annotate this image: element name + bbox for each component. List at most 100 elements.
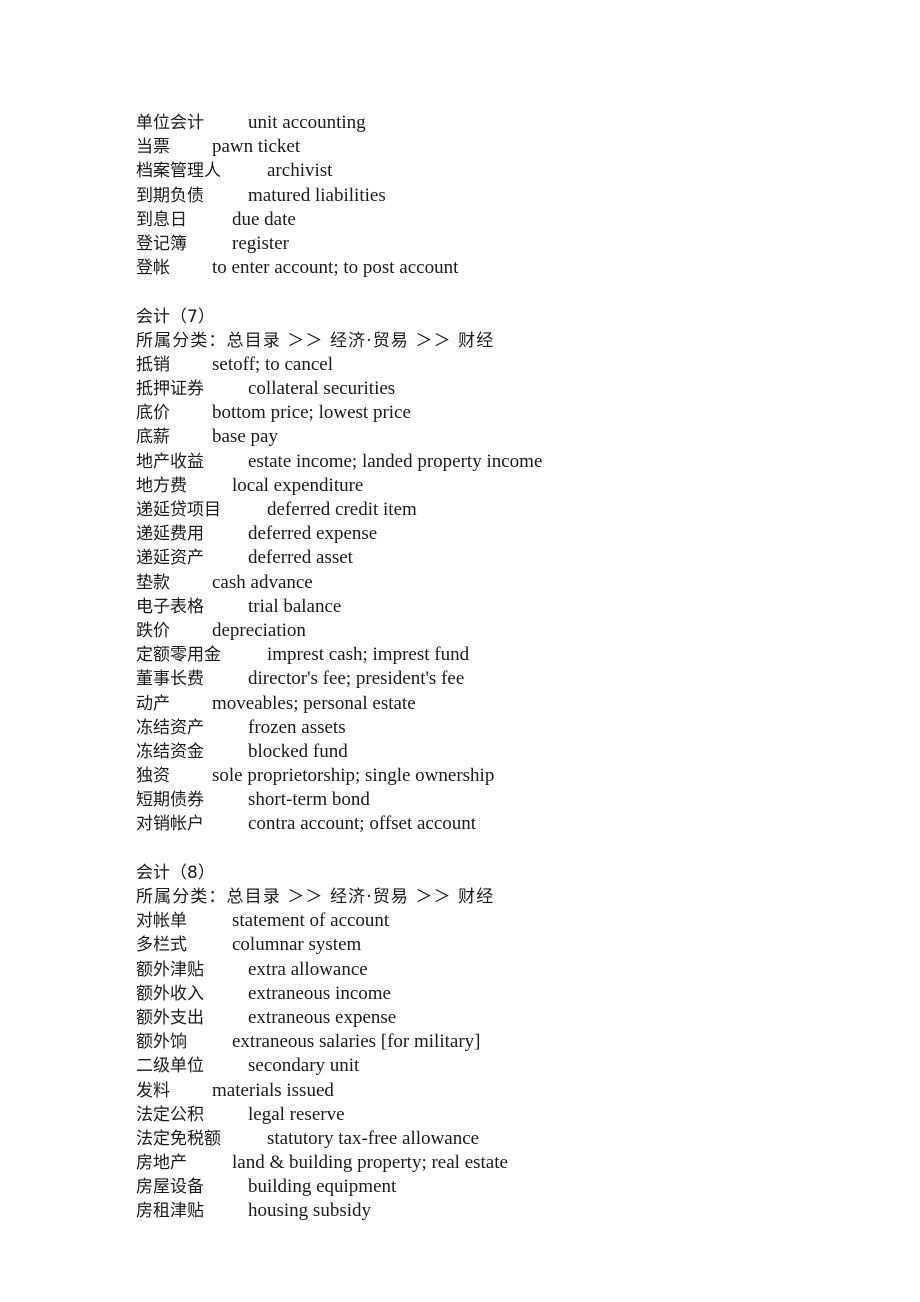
entry-gloss-english: to enter account; to post account bbox=[212, 257, 459, 279]
glossary-entry: 地产收益 estate income; landed property incom… bbox=[136, 450, 876, 474]
entry-term-chinese: 董事长费 bbox=[136, 669, 204, 690]
glossary-entry: 二级单位 secondary unit bbox=[136, 1054, 876, 1078]
entry-gloss-english: secondary unit bbox=[248, 1055, 360, 1077]
glossary-entry: 多栏式 columnar system bbox=[136, 933, 876, 957]
entry-term-chinese: 多栏式 bbox=[136, 935, 187, 956]
glossary-entry: 登帐 to enter account; to post account bbox=[136, 256, 876, 280]
glossary-entry: 递延资产 deferred asset bbox=[136, 546, 876, 570]
glossary-entry: 房地产 land & building property; real estate bbox=[136, 1151, 876, 1175]
glossary-entry: 法定公积 legal reserve bbox=[136, 1103, 876, 1127]
entry-gloss-english: cash advance bbox=[212, 571, 313, 593]
glossary-entry: 抵押证券 collateral securities bbox=[136, 377, 876, 401]
glossary-entry: 冻结资产 frozen assets bbox=[136, 716, 876, 740]
glossary-entry: 法定免税额 statutory tax-free allowance bbox=[136, 1127, 876, 1151]
glossary-entry: 额外津贴 extra allowance bbox=[136, 958, 876, 982]
glossary-entry: 到期负债 matured liabilities bbox=[136, 184, 876, 208]
glossary-entry: 对帐单 statement of account bbox=[136, 909, 876, 933]
entry-gloss-english: matured liabilities bbox=[248, 184, 386, 206]
document-page: 单位会计 unit accounting 当票 pawn ticket 档案管理人 arc… bbox=[0, 0, 920, 1302]
section-category-breadcrumb: 所属分类：总目录 ＞＞ 经济·贸易 ＞＞ 财经 bbox=[136, 885, 876, 909]
entry-gloss-english: frozen assets bbox=[248, 716, 346, 738]
entry-term-chinese: 冻结资产 bbox=[136, 717, 204, 738]
glossary-entry: 垫款 cash advance bbox=[136, 571, 876, 595]
section-category-text: 所属分类：总目录 ＞＞ 经济·贸易 ＞＞ 财经 bbox=[136, 330, 495, 351]
glossary-entry: 到息日 due date bbox=[136, 208, 876, 232]
entry-gloss-english: housing subsidy bbox=[248, 1200, 371, 1222]
glossary-entry: 底薪 base pay bbox=[136, 425, 876, 449]
glossary-entry: 定额零用金 imprest cash; imprest fund bbox=[136, 643, 876, 667]
entry-gloss-english: estate income; landed property income bbox=[248, 450, 543, 472]
glossary-entry: 房租津贴 housing subsidy bbox=[136, 1199, 876, 1223]
entry-gloss-english: moveables; personal estate bbox=[212, 692, 416, 714]
entry-term-chinese: 二级单位 bbox=[136, 1056, 204, 1077]
entry-term-chinese: 档案管理人 bbox=[136, 161, 221, 182]
entry-term-chinese: 底薪 bbox=[136, 427, 170, 448]
section-heading: 会计（7） bbox=[136, 305, 876, 329]
glossary-entry: 动产 moveables; personal estate bbox=[136, 692, 876, 716]
glossary-entry: 电子表格 trial balance bbox=[136, 595, 876, 619]
entry-term-chinese: 抵押证券 bbox=[136, 379, 204, 400]
glossary-entry: 底价 bottom price; lowest price bbox=[136, 401, 876, 425]
glossary-entry: 地方费 local expenditure bbox=[136, 474, 876, 498]
entry-term-chinese: 定额零用金 bbox=[136, 645, 221, 666]
entry-term-chinese: 电子表格 bbox=[136, 596, 204, 617]
glossary-entry: 发料 materials issued bbox=[136, 1079, 876, 1103]
entry-term-chinese: 登帐 bbox=[136, 258, 170, 279]
glossary-entry: 董事长费 director's fee; president's fee bbox=[136, 667, 876, 691]
entry-gloss-english: deferred expense bbox=[248, 523, 378, 545]
entry-gloss-english: base pay bbox=[212, 426, 278, 448]
entry-term-chinese: 到期负债 bbox=[136, 185, 204, 206]
section-heading-text: 会计（7） bbox=[136, 306, 215, 327]
entry-term-chinese: 递延贷项目 bbox=[136, 500, 221, 520]
entry-term-chinese: 额外饷 bbox=[136, 1032, 187, 1053]
entry-term-chinese: 递延费用 bbox=[136, 524, 204, 545]
entry-term-chinese: 法定免税额 bbox=[136, 1128, 221, 1149]
glossary-entry: 短期债券 short-term bond bbox=[136, 788, 876, 812]
entry-gloss-english: due date bbox=[232, 208, 296, 230]
entry-gloss-english: building equipment bbox=[248, 1176, 397, 1198]
glossary-entry: 递延费用 deferred expense bbox=[136, 522, 876, 546]
entry-term-chinese: 额外津贴 bbox=[136, 959, 204, 980]
entry-term-chinese: 额外支出 bbox=[136, 1007, 204, 1028]
entry-term-chinese: 对帐单 bbox=[136, 911, 187, 932]
entry-gloss-english: extraneous expense bbox=[248, 1006, 397, 1028]
entry-term-chinese: 动产 bbox=[136, 693, 170, 714]
entry-gloss-english: extraneous salaries [for military] bbox=[232, 1031, 481, 1053]
entry-gloss-english: imprest cash; imprest fund bbox=[267, 644, 470, 666]
entry-gloss-english: deferred asset bbox=[248, 547, 353, 569]
glossary-entry: 当票 pawn ticket bbox=[136, 135, 876, 159]
glossary-entry: 跌价 depreciation bbox=[136, 619, 876, 643]
entry-gloss-english: collateral securities bbox=[248, 378, 396, 400]
section-category-text: 所属分类：总目录 ＞＞ 经济·贸易 ＞＞ 财经 bbox=[136, 887, 495, 907]
section-heading-text: 会计（8） bbox=[136, 862, 215, 883]
entry-gloss-english: pawn ticket bbox=[212, 136, 301, 158]
entry-gloss-english: unit accounting bbox=[248, 112, 366, 133]
entry-gloss-english: columnar system bbox=[232, 934, 362, 956]
entry-gloss-english: bottom price; lowest price bbox=[212, 402, 411, 424]
entry-gloss-english: contra account; offset account bbox=[248, 813, 477, 835]
glossary-entry: 额外支出 extraneous expense bbox=[136, 1006, 876, 1030]
entry-gloss-english: register bbox=[232, 232, 289, 254]
entry-gloss-english: depreciation bbox=[212, 619, 306, 641]
entry-term-chinese: 到息日 bbox=[136, 209, 187, 230]
glossary-entry: 递延贷项目 deferred credit item bbox=[136, 498, 876, 522]
entry-gloss-english: setoff; to cancel bbox=[212, 353, 333, 375]
entry-term-chinese: 独资 bbox=[136, 766, 170, 787]
glossary-entry: 对销帐户 contra account; offset account bbox=[136, 812, 876, 836]
entry-term-chinese: 冻结资金 bbox=[136, 741, 204, 762]
glossary-body: 单位会计 unit accounting 当票 pawn ticket 档案管理人 arc… bbox=[136, 111, 876, 1224]
entry-term-chinese: 额外收入 bbox=[136, 983, 204, 1004]
entry-term-chinese: 垫款 bbox=[136, 572, 170, 593]
glossary-entry: 独资 sole proprietorship; single ownership bbox=[136, 764, 876, 788]
entry-gloss-english: legal reserve bbox=[248, 1103, 345, 1125]
entry-term-chinese: 房地产 bbox=[136, 1153, 187, 1174]
entry-term-chinese: 地方费 bbox=[136, 475, 187, 496]
entry-term-chinese: 地产收益 bbox=[136, 451, 204, 472]
entry-gloss-english: statutory tax-free allowance bbox=[267, 1127, 480, 1149]
entry-term-chinese: 发料 bbox=[136, 1080, 170, 1101]
entry-term-chinese: 短期债券 bbox=[136, 790, 204, 811]
entry-term-chinese: 房租津贴 bbox=[136, 1201, 204, 1222]
glossary-entry: 单位会计 unit accounting bbox=[136, 111, 876, 135]
